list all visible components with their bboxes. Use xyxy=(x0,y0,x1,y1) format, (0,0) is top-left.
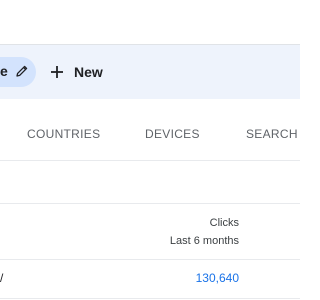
tab-countries[interactable]: COUNTRIES xyxy=(27,127,100,141)
tab-search-appearance[interactable]: SEARCH A xyxy=(246,127,300,141)
table-row-label[interactable]: s/ xyxy=(0,271,3,285)
row-divider xyxy=(0,298,300,299)
new-button-label: New xyxy=(74,64,103,80)
tabs-divider xyxy=(0,160,300,161)
filter-chip-label: e xyxy=(0,63,8,79)
performance-report: s e New COUNTRIES DEVICES SEARCH A Click… xyxy=(0,0,300,300)
plus-icon xyxy=(51,66,63,78)
clicks-column-header[interactable]: Clicks xyxy=(210,217,239,229)
tab-devices[interactable]: DEVICES xyxy=(145,127,200,141)
page-header: s xyxy=(0,0,300,44)
header-row-divider xyxy=(0,259,300,260)
pencil-icon xyxy=(16,65,28,77)
table-top-divider xyxy=(0,203,300,204)
filter-bar: e xyxy=(0,45,300,99)
filter-chip[interactable]: e xyxy=(0,57,36,87)
table-row-clicks: 130,640 xyxy=(195,271,239,285)
dimension-tabs: COUNTRIES DEVICES SEARCH A xyxy=(0,99,300,161)
period-subheader: Last 6 months xyxy=(169,235,239,247)
new-filter-button[interactable]: New xyxy=(50,58,103,86)
